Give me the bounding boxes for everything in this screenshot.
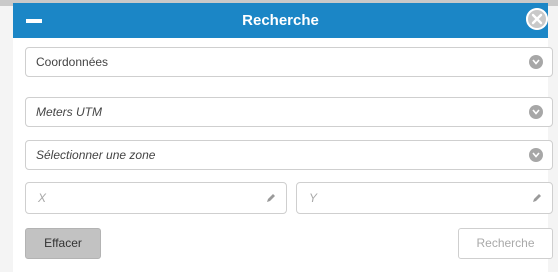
x-coordinate-input[interactable]: X <box>25 182 287 214</box>
projection-select-value: Meters UTM <box>36 105 102 119</box>
clear-button[interactable]: Effacer <box>25 228 101 259</box>
mode-select[interactable]: Coordonnées <box>25 47 553 77</box>
search-button[interactable]: Recherche <box>458 228 553 259</box>
zone-select-value: Sélectionner une zone <box>36 148 156 162</box>
projection-select[interactable]: Meters UTM <box>25 97 553 127</box>
close-icon <box>531 13 543 25</box>
chevron-down-icon <box>529 55 543 69</box>
close-button[interactable] <box>526 8 548 30</box>
chevron-down-icon <box>529 105 543 119</box>
x-placeholder: X <box>38 191 47 205</box>
chevron-down-icon <box>529 148 543 162</box>
y-coordinate-input[interactable]: Y <box>296 182 553 214</box>
panel-header: Recherche <box>13 3 548 38</box>
pencil-icon <box>267 194 275 202</box>
y-placeholder: Y <box>309 191 318 205</box>
pencil-icon <box>533 194 541 202</box>
mode-select-value: Coordonnées <box>36 55 109 69</box>
panel-title: Recherche <box>242 12 319 29</box>
zone-select[interactable]: Sélectionner une zone <box>25 140 553 170</box>
